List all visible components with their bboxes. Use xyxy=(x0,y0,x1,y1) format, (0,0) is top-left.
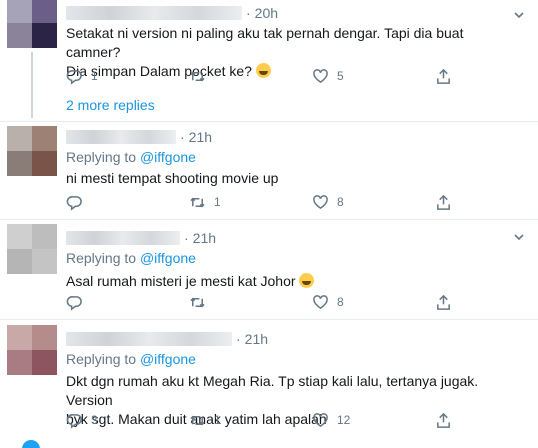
tweet-header: · 20h xyxy=(66,4,508,22)
tweet-text: ni mesti tempat shooting movie up xyxy=(66,170,279,186)
share-icon xyxy=(437,68,450,84)
tweet-header: · 21h xyxy=(66,330,508,348)
like-count: 5 xyxy=(337,69,344,83)
replying-to: Replying to @iffgone xyxy=(66,351,196,367)
replying-to: Replying to @iffgone xyxy=(66,250,196,266)
heart-icon xyxy=(313,294,328,309)
reply-button[interactable] xyxy=(66,294,189,311)
reply-icon xyxy=(66,195,82,211)
like-count: 8 xyxy=(337,195,344,209)
tweet-time[interactable]: 21h xyxy=(245,331,268,347)
share-icon xyxy=(437,294,450,310)
like-count: 8 xyxy=(337,295,344,309)
heart-icon xyxy=(313,68,328,83)
mention-link[interactable]: @iffgone xyxy=(140,149,196,165)
retweet-icon xyxy=(190,415,205,425)
chevron-down-icon[interactable] xyxy=(512,8,526,22)
mention-link[interactable]: @iffgone xyxy=(140,351,196,367)
tweet-time[interactable]: 20h xyxy=(255,5,278,21)
retweet-count: 1 xyxy=(214,195,221,209)
author-name[interactable] xyxy=(66,130,176,144)
heart-icon xyxy=(313,412,328,427)
retweet-button[interactable]: 1 xyxy=(189,412,312,429)
reply-count: 3 xyxy=(91,413,98,427)
reply-count: 1 xyxy=(91,69,98,83)
like-button[interactable]: 5 xyxy=(312,68,435,85)
reply-button[interactable]: 3 xyxy=(66,412,189,429)
tweet[interactable]: · 20h Setakat ni version ni paling aku t… xyxy=(0,0,538,122)
thread-line xyxy=(31,52,33,118)
share-button[interactable] xyxy=(435,68,452,85)
chevron-down-icon[interactable] xyxy=(512,230,526,244)
like-count: 12 xyxy=(337,413,351,427)
author-name[interactable] xyxy=(66,231,180,245)
tweet-header: · 21h xyxy=(66,128,508,146)
share-button[interactable] xyxy=(435,294,452,311)
retweet-icon xyxy=(190,197,205,207)
tweet[interactable]: · 21h Replying to @iffgone Dkt dgn rumah… xyxy=(0,320,538,448)
avatar[interactable] xyxy=(7,0,57,48)
retweet-count: 1 xyxy=(214,413,221,427)
retweet-button[interactable] xyxy=(189,294,312,311)
retweet-button[interactable]: 1 xyxy=(189,194,312,211)
avatar[interactable] xyxy=(7,224,57,274)
reply-button[interactable] xyxy=(66,194,189,211)
like-button[interactable]: 12 xyxy=(312,412,435,429)
avatar[interactable] xyxy=(7,325,57,375)
like-button[interactable]: 8 xyxy=(312,294,435,311)
reply-icon xyxy=(66,69,82,85)
share-button[interactable] xyxy=(435,194,452,211)
tweet-text: Asal rumah misteri je mesti kat Johor xyxy=(66,272,508,291)
retweet-icon xyxy=(190,71,205,81)
share-icon xyxy=(437,194,450,210)
tweet-header: · 21h xyxy=(66,229,508,247)
reply-button[interactable]: 1 xyxy=(66,68,189,85)
tweet-time[interactable]: 21h xyxy=(189,129,212,145)
tweet[interactable]: · 21h Replying to @iffgone Asal rumah mi… xyxy=(0,220,538,320)
author-name[interactable] xyxy=(66,332,232,346)
reply-icon xyxy=(66,295,82,311)
mention-link[interactable]: @iffgone xyxy=(140,250,196,266)
author-name[interactable] xyxy=(66,6,242,20)
retweet-icon xyxy=(190,297,205,307)
share-button[interactable] xyxy=(435,412,452,429)
like-button[interactable]: 8 xyxy=(312,194,435,211)
tweet[interactable]: · 21h Replying to @iffgone ni mesti temp… xyxy=(0,122,538,220)
avatar[interactable] xyxy=(7,126,57,176)
crying-laughing-emoji xyxy=(299,273,315,288)
more-replies-link[interactable]: 2 more replies xyxy=(66,97,155,113)
retweet-button[interactable] xyxy=(189,68,312,85)
replying-to: Replying to @iffgone xyxy=(66,149,196,165)
tweet-time[interactable]: 21h xyxy=(193,230,216,246)
reply-icon xyxy=(66,413,82,429)
share-icon xyxy=(437,412,450,428)
heart-icon xyxy=(313,194,328,209)
